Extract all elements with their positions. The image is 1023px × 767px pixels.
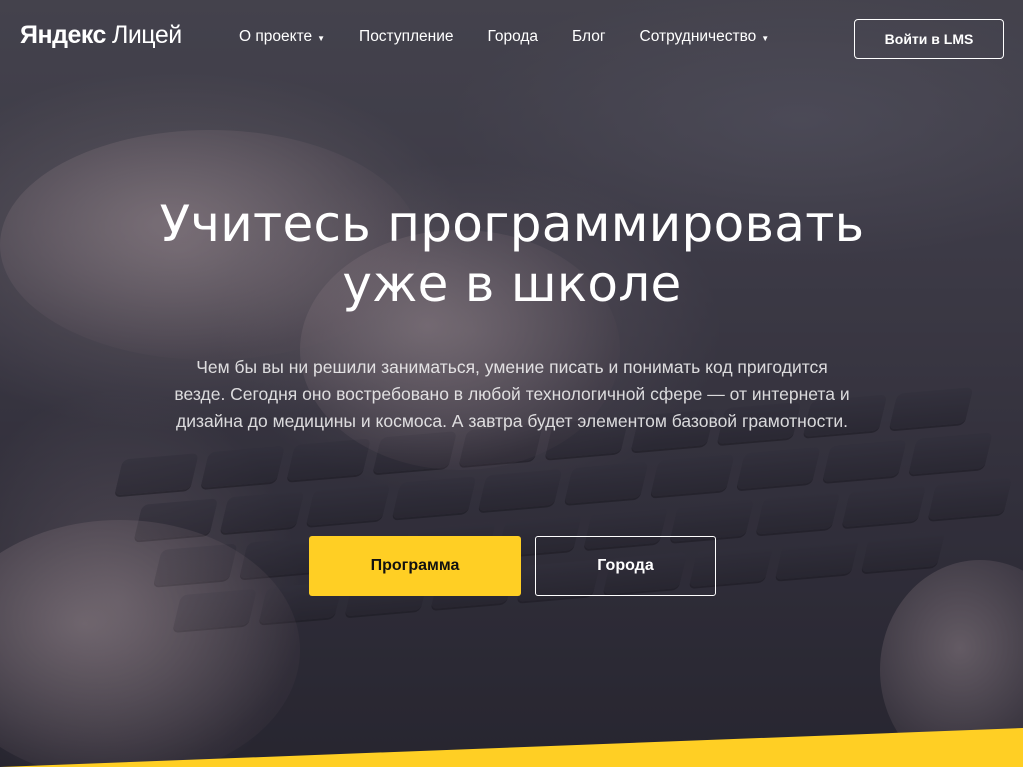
nav-item-label: О проекте [239, 28, 313, 45]
nav-item-cities[interactable]: Города [487, 28, 538, 46]
nav-item-blog[interactable]: Блог [572, 28, 606, 46]
yandex-lyceum-logo[interactable]: Яндекс Лицей [20, 21, 182, 50]
nav-item-label: Блог [572, 28, 606, 45]
nav-item-label: Поступление [359, 28, 454, 45]
hero-title-line-1: Учитесь программировать [159, 195, 865, 253]
program-button[interactable]: Программа [309, 536, 521, 596]
login-lms-button[interactable]: Войти в LMS [854, 19, 1004, 59]
nav-item-admission[interactable]: Поступление [359, 28, 453, 46]
top-navigation: Яндекс Лицей О проекте ▼ Поступление Гор… [0, 0, 1023, 78]
logo-product: Лицей [111, 21, 182, 49]
nav-item-about[interactable]: О проекте ▼ [239, 28, 325, 46]
hero-title-line-2: уже в школе [342, 255, 682, 313]
cities-button[interactable]: Города [535, 536, 716, 596]
hero-description: Чем бы вы ни решили заниматься, умение п… [174, 357, 850, 431]
caret-down-icon: ▼ [317, 33, 326, 43]
hero-title: Учитесь программировать уже в школе [112, 194, 912, 314]
main-menu: О проекте ▼ Поступление Города Блог Сотр… [239, 28, 769, 46]
logo-brand: Яндекс [20, 21, 106, 49]
nav-item-label: Города [487, 28, 539, 45]
caret-down-icon: ▼ [761, 33, 770, 43]
hero-section: Яндекс Лицей О проекте ▼ Поступление Гор… [0, 0, 1023, 767]
nav-item-cooperation[interactable]: Сотрудничество ▼ [640, 28, 770, 46]
nav-item-label: Сотрудничество [639, 28, 757, 45]
